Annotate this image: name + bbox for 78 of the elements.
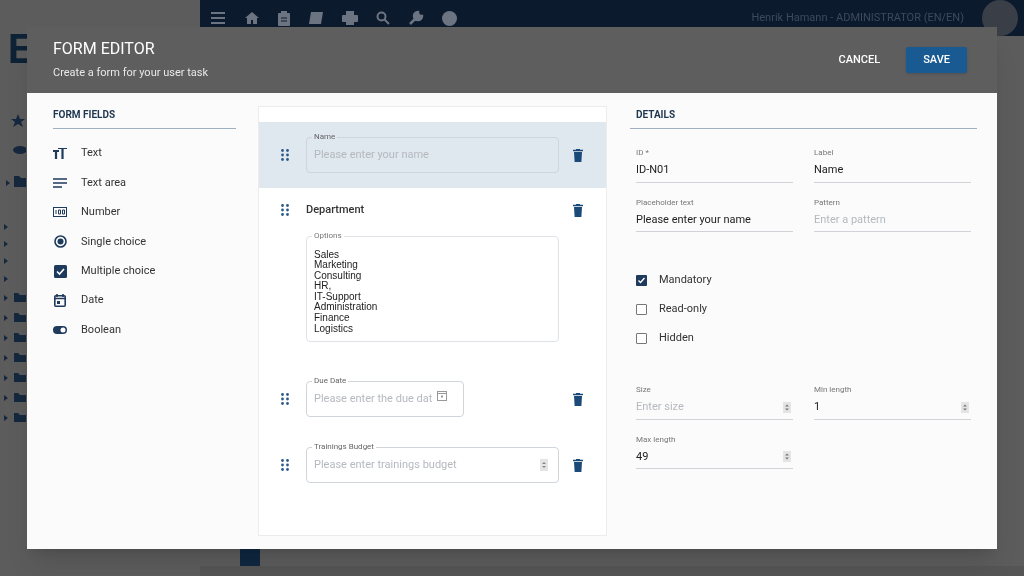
input-field[interactable]: Placeholder text Please enter your name [636,196,793,232]
toggle-icon [53,326,67,335]
input-field[interactable]: ID * ID-N01 [636,147,793,183]
field-label: ID * [636,147,650,159]
field-type-item[interactable]: Boolean [81,321,121,339]
drag-handle-icon[interactable] [281,149,289,161]
field-value: 1 [814,399,821,415]
option-text: Consulting [314,270,363,282]
section-title: FORM FIELDS [53,107,236,129]
radio-icon [53,235,67,249]
spinner-icon[interactable] [540,459,548,472]
wrench-icon[interactable] [408,10,424,26]
placeholder-text: Enter a pattern [814,211,886,228]
text-size-icon [53,147,67,160]
field-type-item[interactable]: Text [81,145,102,162]
search-icon[interactable] [376,11,390,25]
checkbox-label: Hidden [659,329,694,346]
input-field[interactable]: Label Name [814,147,971,183]
field-type-item[interactable]: Multiple choice [81,263,156,280]
calendar-icon[interactable] [437,389,448,401]
field-label: Placeholder text [636,196,695,209]
clipboard-icon[interactable] [278,10,290,26]
lines-icon [53,178,67,189]
calendar-icon [53,294,67,308]
option-text: Logistics [314,323,354,335]
checkbox-label: Mandatory [659,271,712,288]
menu-icon[interactable] [210,11,226,25]
field-label: Pattern [814,196,841,209]
field-type-item[interactable]: Single choice [81,233,147,251]
field-type-item[interactable]: Text area [81,174,127,192]
placeholder-text: Please enter trainings budget [314,457,457,473]
checkbox-label: Read-only [659,300,708,317]
drag-handle-icon[interactable] [281,393,289,406]
option-text: HR, [314,281,332,292]
field-type-item[interactable]: Number [81,204,121,221]
number-icon [53,207,67,218]
delete-icon[interactable] [573,392,583,406]
option-text: Sales [314,249,340,260]
field-value: 49 [636,448,649,465]
field-label: Max length [636,433,677,446]
drag-handle-icon[interactable] [281,204,289,217]
option-text: Marketing [314,260,358,271]
delete-icon[interactable] [573,148,583,162]
delete-icon[interactable] [573,458,583,472]
input-field[interactable]: Min length 1 [814,384,971,420]
checkbox[interactable] [636,303,647,315]
avatar[interactable] [982,0,1018,36]
checkbox-icon [53,264,67,278]
toolbar-block [240,549,260,567]
input-field[interactable]: Pattern Enter a pattern [814,196,971,232]
spinner-icon[interactable] [783,451,791,463]
cancel-button[interactable]: CANCEL [834,47,885,73]
dialog-subtitle: Create a form for your user task [53,64,208,81]
save-button[interactable]: SAVE [906,47,967,73]
field-value: ID-N01 [636,162,670,178]
placeholder-text: Please enter the due dat [314,391,433,407]
section-title: DETAILS [630,107,977,129]
placeholder-text: Enter size [636,399,684,415]
option-text: Administration [314,302,379,313]
option-text: IT-Support [314,291,361,303]
delete-icon[interactable] [573,203,583,217]
spinner-icon[interactable] [783,401,791,413]
drag-handle-icon[interactable] [281,459,289,472]
field-title: Department [306,202,365,218]
checkbox[interactable] [636,274,647,286]
field-label: Min length [814,384,853,396]
home-icon[interactable] [244,11,260,25]
checkbox[interactable] [636,332,647,344]
field-value: Please enter your name [636,211,751,228]
option-text: Finance [314,313,351,324]
field-label: Size [636,384,652,396]
field-type-item[interactable]: Date [81,292,104,309]
input-field[interactable]: Size Enter size [636,384,793,420]
field-value: Name [814,162,844,178]
spinner-icon[interactable] [961,401,969,413]
dialog-title: FORM EDITOR [53,38,156,59]
field-label: Label [814,147,835,159]
input-field[interactable]: Max length 49 [636,433,793,469]
